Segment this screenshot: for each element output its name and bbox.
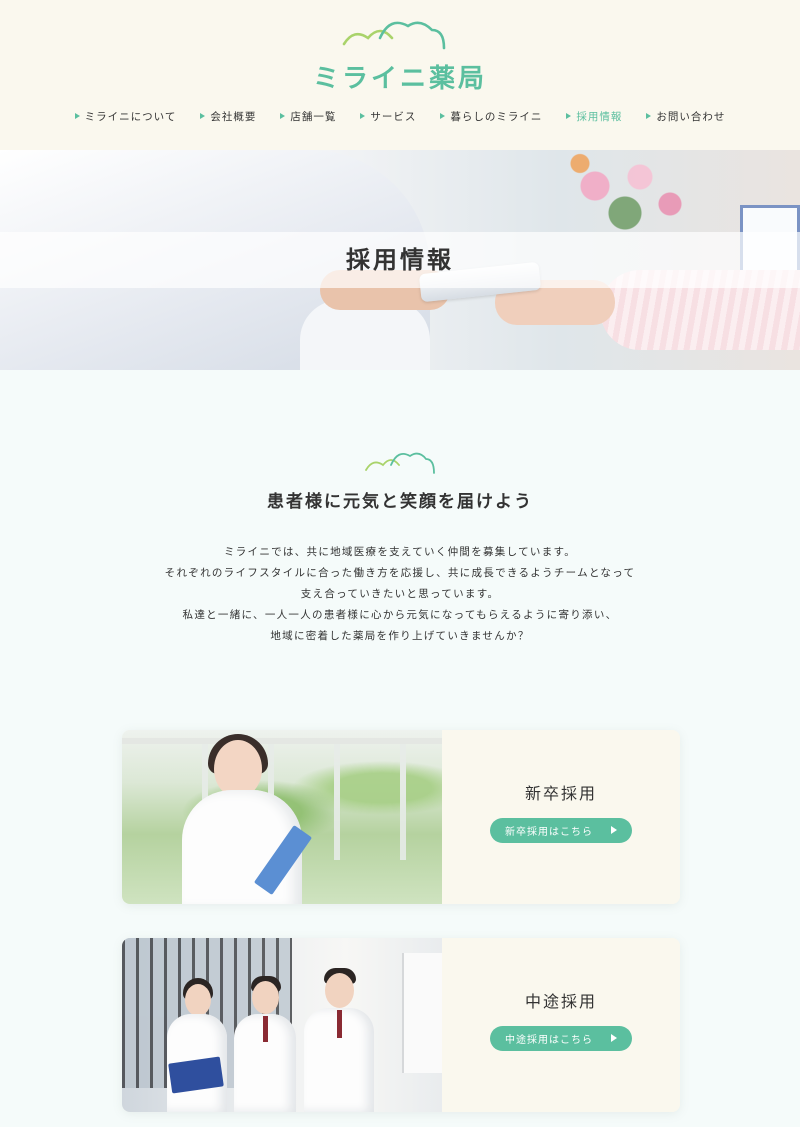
new-graduate-card: 新卒採用 新卒採用はこちら bbox=[122, 730, 680, 904]
intro-heading: 患者様に元気と笑顔を届けよう bbox=[267, 492, 533, 512]
intro-line: 支え合っていきたいと思っています。 bbox=[300, 588, 500, 600]
button-label: 中途採用はこちら bbox=[505, 1035, 593, 1046]
nav-triangle-icon bbox=[74, 113, 80, 119]
mid-career-title: 中途採用 bbox=[524, 992, 597, 1011]
nav-item-label: お問い合わせ bbox=[656, 110, 726, 123]
intro-line: 私達と一緒に、一人一人の患者様に心から元気になってもらえるように寄り添い、 bbox=[182, 609, 618, 621]
arrow-right-icon bbox=[611, 1034, 617, 1042]
intro-line: ミライニでは、共に地域医療を支えていく仲間を募集しています。 bbox=[223, 546, 577, 558]
nav-item-label: 採用情報 bbox=[576, 110, 623, 123]
nav-item-recruit[interactable]: 採用情報 bbox=[566, 106, 622, 126]
nav-item-label: ミライニについて bbox=[84, 110, 177, 123]
new-graduate-title: 新卒採用 bbox=[524, 784, 597, 803]
flowers-image bbox=[550, 150, 700, 240]
nav-triangle-icon bbox=[566, 113, 572, 119]
nav-item-about[interactable]: ミライニについて bbox=[74, 106, 177, 126]
nav-triangle-icon bbox=[280, 113, 286, 119]
nav-item-label: 店舗一覧 bbox=[290, 110, 337, 123]
cloud-logo-icon bbox=[342, 21, 446, 50]
nav-item-services[interactable]: サービス bbox=[360, 106, 416, 126]
nav-item-label: サービス bbox=[370, 110, 417, 123]
site-header: ミライニ薬局 ミライニについて 会社概要 店舗一覧 サービス 暮らしのミライニ … bbox=[0, 0, 800, 150]
nav-item-contact[interactable]: お問い合わせ bbox=[646, 106, 725, 126]
mid-career-button[interactable]: 中途採用はこちら bbox=[490, 1026, 632, 1051]
button-label: 新卒採用はこちら bbox=[505, 827, 593, 838]
hero-banner: 採用情報 bbox=[0, 150, 800, 370]
logo-text: ミライニ薬局 bbox=[312, 64, 487, 94]
nav-item-stores[interactable]: 店舗一覧 bbox=[280, 106, 336, 126]
new-graduate-photo bbox=[122, 730, 442, 904]
nav-triangle-icon bbox=[360, 113, 366, 119]
nav-item-company[interactable]: 会社概要 bbox=[200, 106, 256, 126]
intro-line: 地域に密着した薬局を作り上げていきませんか？ bbox=[270, 630, 530, 642]
nav-item-lifestyle[interactable]: 暮らしのミライニ bbox=[440, 106, 542, 126]
arrow-right-icon bbox=[611, 826, 617, 834]
nav-item-label: 会社概要 bbox=[210, 110, 257, 123]
intro-line: それぞれのライフスタイルに合った働き方を応援し、共に成長できるようチームとなって bbox=[164, 567, 636, 579]
pharmacist-sleeve-image bbox=[300, 300, 430, 370]
mid-career-card: 中途採用 中途採用はこちら bbox=[122, 938, 680, 1112]
nav-item-label: 暮らしのミライニ bbox=[450, 110, 543, 123]
cloud-icon bbox=[365, 452, 435, 474]
nav-triangle-icon bbox=[646, 113, 652, 119]
global-nav: ミライニについて 会社概要 店舗一覧 サービス 暮らしのミライニ 採用情報 お問… bbox=[0, 106, 800, 126]
nav-triangle-icon bbox=[200, 113, 206, 119]
nav-triangle-icon bbox=[440, 113, 446, 119]
site-logo[interactable]: ミライニ薬局 bbox=[310, 14, 490, 94]
new-graduate-button[interactable]: 新卒採用はこちら bbox=[490, 818, 632, 843]
mid-career-photo bbox=[122, 938, 442, 1112]
page-title: 採用情報 bbox=[346, 246, 454, 274]
intro-text: ミライニでは、共に地域医療を支えていく仲間を募集しています。 それぞれのライフス… bbox=[0, 542, 800, 647]
